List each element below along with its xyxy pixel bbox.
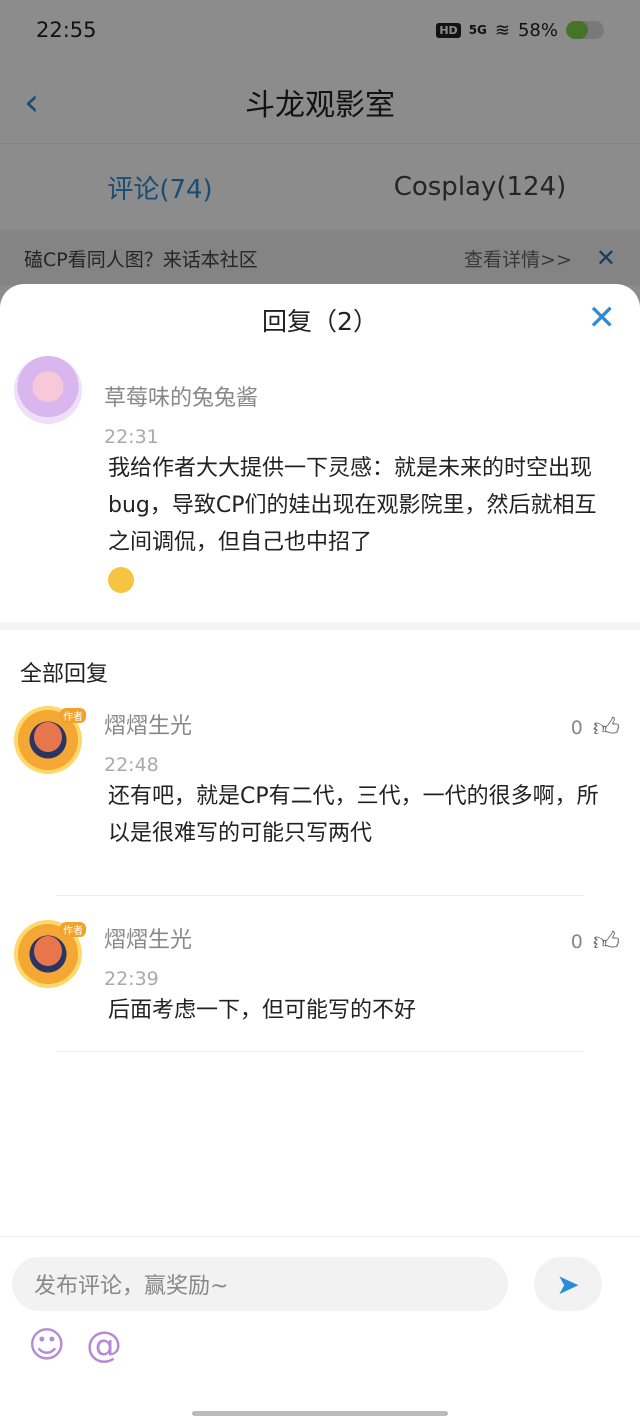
smirk-emoji-icon bbox=[108, 567, 134, 593]
reply-text: 还有吧，就是CP有二代，三代，一代的很多啊，所以是很难写的可能只写两代 bbox=[108, 784, 599, 846]
like-count: 0 bbox=[570, 716, 583, 739]
reply-time: 22:48 bbox=[104, 754, 159, 776]
like-button[interactable]: 0 👍︎ bbox=[571, 926, 620, 957]
reply-author[interactable]: 熠熠生光 bbox=[104, 702, 616, 740]
reply-item: 作者 熠熠生光 0 👍︎ 22:48 还有吧，就是CP有二代，三代，一代的很多啊… bbox=[0, 702, 640, 896]
author-badge: 作者 bbox=[60, 708, 86, 723]
thumbs-up-icon: 👍︎ bbox=[592, 713, 620, 743]
section-title: 全部回复 bbox=[20, 662, 109, 687]
reply-sheet: 回复（2） ✕ 草莓味的兔兔酱 22:31 我给作者大大提供一下灵感：就是未来的… bbox=[0, 284, 640, 1422]
avatar[interactable]: 作者 bbox=[14, 706, 86, 774]
comment-text-content: 我给作者大大提供一下灵感：就是未来的时空出现bug，导致CP们的娃出现在观影院里… bbox=[108, 456, 597, 555]
reply-time: 22:39 bbox=[104, 968, 159, 990]
like-button[interactable]: 0 👍︎ bbox=[571, 712, 620, 743]
reply-item: 作者 熠熠生光 0 👍︎ 22:39 后面考虑一下，但可能写的不好 bbox=[0, 896, 640, 1090]
reply-text: 后面考虑一下，但可能写的不好 bbox=[108, 998, 417, 1023]
author-badge: 作者 bbox=[60, 922, 86, 937]
comment-time: 22:31 bbox=[104, 426, 159, 448]
comment-input[interactable]: 发布评论，赢奖励~ bbox=[12, 1257, 508, 1311]
main-comment: 草莓味的兔兔酱 22:31 我给作者大大提供一下灵感：就是未来的时空出现bug，… bbox=[0, 356, 640, 622]
mention-icon[interactable]: @ bbox=[86, 1325, 122, 1366]
avatar[interactable] bbox=[14, 356, 82, 424]
comment-input-placeholder: 发布评论，赢奖励~ bbox=[34, 1274, 229, 1299]
send-icon: ➤ bbox=[556, 1267, 580, 1301]
avatar-face bbox=[34, 722, 62, 752]
thumbs-up-icon: 👍︎ bbox=[592, 927, 620, 957]
comment-author[interactable]: 草莓味的兔兔酱 bbox=[104, 356, 616, 412]
close-icon[interactable]: ✕ bbox=[588, 298, 617, 338]
reply-divider bbox=[56, 1051, 584, 1052]
section-divider bbox=[0, 622, 640, 630]
comment-input-bar: 发布评论，赢奖励~ ➤ ☺ @ bbox=[0, 1236, 640, 1422]
like-count: 0 bbox=[570, 930, 583, 953]
home-indicator bbox=[192, 1411, 448, 1416]
sheet-header: 回复（2） ✕ bbox=[0, 284, 640, 356]
emoji-icon[interactable]: ☺ bbox=[28, 1325, 66, 1366]
send-button[interactable]: ➤ bbox=[534, 1257, 602, 1311]
comment-text: 我给作者大大提供一下灵感：就是未来的时空出现bug，导致CP们的娃出现在观影院里… bbox=[104, 450, 616, 598]
sheet-title: 回复（2） bbox=[262, 307, 378, 336]
avatar[interactable]: 作者 bbox=[14, 920, 86, 988]
avatar-face bbox=[34, 936, 62, 966]
reply-author[interactable]: 熠熠生光 bbox=[104, 916, 616, 954]
